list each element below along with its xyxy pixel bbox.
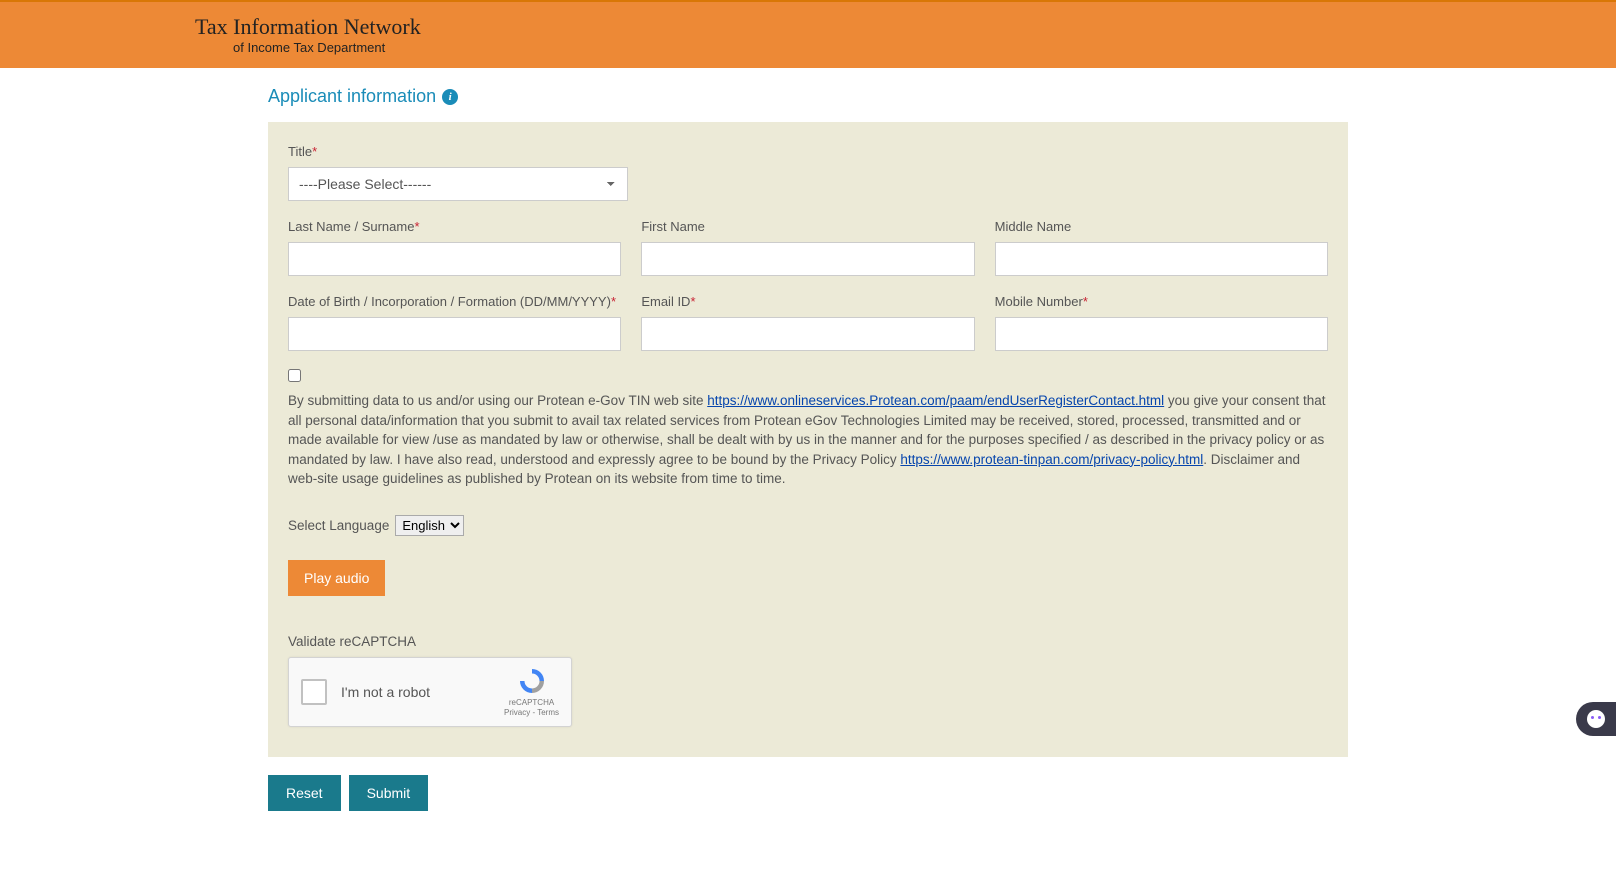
middlename-input[interactable] [995, 242, 1328, 276]
lastname-label: Last Name / Surname* [288, 219, 621, 234]
recaptcha-icon [517, 666, 547, 696]
mobile-label: Mobile Number* [995, 294, 1328, 309]
recaptcha-text: I'm not a robot [341, 684, 504, 700]
button-row: Reset Submit [268, 775, 1348, 811]
email-input[interactable] [641, 317, 974, 351]
consent-block: By submitting data to us and/or using ou… [288, 369, 1328, 489]
consent-link-2[interactable]: https://www.protean-tinpan.com/privacy-p… [900, 452, 1203, 467]
title-select[interactable]: ----Please Select------ [288, 167, 628, 201]
section-title-text: Applicant information [268, 86, 436, 107]
info-icon[interactable]: i [442, 89, 458, 105]
brand-block: Tax Information Network of Income Tax De… [195, 15, 421, 55]
dob-input[interactable] [288, 317, 621, 351]
chat-face-icon [1587, 710, 1605, 728]
consent-text: By submitting data to us and/or using ou… [288, 391, 1328, 489]
dob-label: Date of Birth / Incorporation / Formatio… [288, 294, 621, 309]
firstname-input[interactable] [641, 242, 974, 276]
recaptcha-checkbox[interactable] [301, 679, 327, 705]
brand-subtitle: of Income Tax Department [195, 40, 421, 55]
consent-checkbox[interactable] [288, 369, 301, 382]
consent-link-1[interactable]: https://www.onlineservices.Protean.com/p… [707, 393, 1164, 408]
middlename-label: Middle Name [995, 219, 1328, 234]
language-label: Select Language [288, 518, 389, 533]
lastname-input[interactable] [288, 242, 621, 276]
section-heading: Applicant information i [268, 86, 1348, 107]
language-row: Select Language English [288, 515, 1328, 536]
chat-widget-button[interactable] [1576, 702, 1616, 736]
mobile-input[interactable] [995, 317, 1328, 351]
reset-button[interactable]: Reset [268, 775, 341, 811]
recaptcha-brand: reCAPTCHA Privacy - Terms [504, 666, 559, 717]
header-bar: Tax Information Network of Income Tax De… [0, 0, 1616, 68]
firstname-label: First Name [641, 219, 974, 234]
title-label: Title* [288, 144, 628, 159]
language-select[interactable]: English [395, 515, 464, 536]
email-label: Email ID* [641, 294, 974, 309]
captcha-label: Validate reCAPTCHA [288, 634, 1328, 649]
play-audio-button[interactable]: Play audio [288, 560, 385, 596]
submit-button[interactable]: Submit [349, 775, 429, 811]
form-panel: Title* ----Please Select------ Last Name… [268, 122, 1348, 757]
recaptcha-widget: I'm not a robot reCAPTCHA Privacy - Term… [288, 657, 572, 727]
brand-title: Tax Information Network [195, 15, 421, 39]
